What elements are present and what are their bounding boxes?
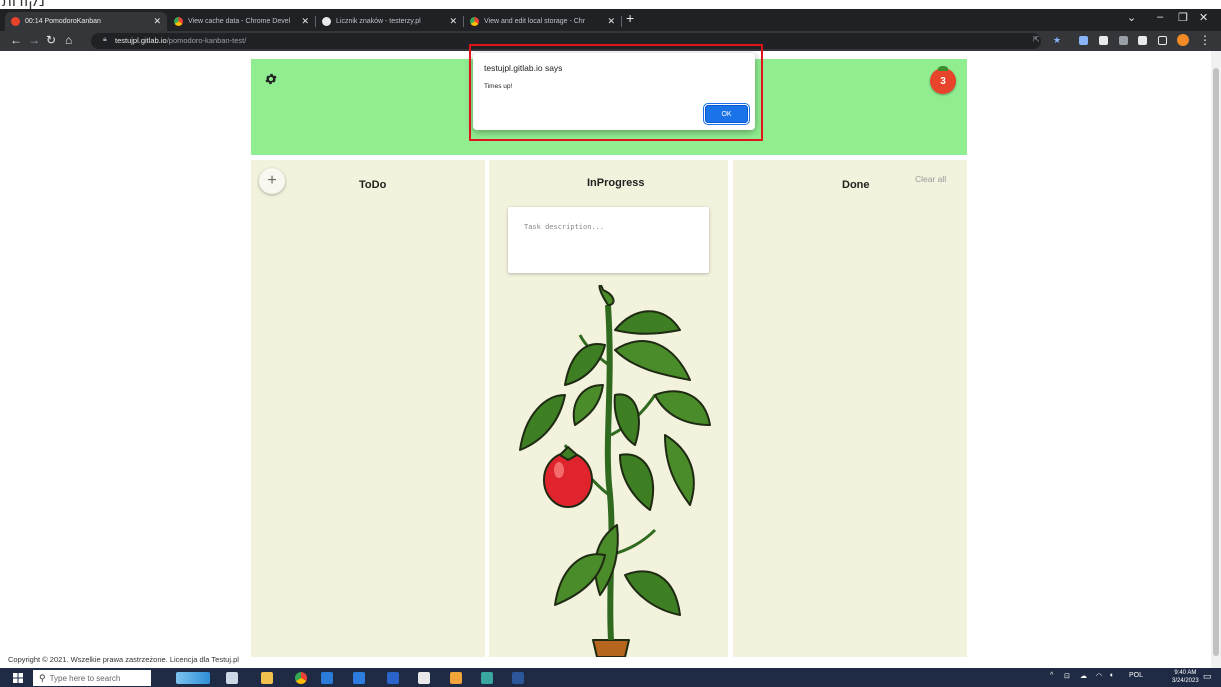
taskbar-search-placeholder: Type here to search xyxy=(49,673,121,683)
notifications-icon[interactable]: ▭ xyxy=(1203,671,1212,682)
tab-title: View cache data - Chrome Devel xyxy=(188,18,291,25)
tab-view-cache-data[interactable]: View cache data - Chrome Devel ✕ xyxy=(168,12,316,31)
highlight-box xyxy=(469,44,763,141)
minimize-icon[interactable]: – xyxy=(1157,11,1163,23)
chrome-menu-icon[interactable]: ⋮ xyxy=(1199,33,1211,47)
clock-time: 9:40 AM xyxy=(1174,670,1197,676)
task-description-input[interactable] xyxy=(524,223,694,231)
close-tab-icon[interactable]: ✕ xyxy=(153,16,161,27)
add-task-button[interactable]: + xyxy=(259,168,285,194)
reload-icon[interactable]: ↻ xyxy=(46,33,56,47)
tab-title: Licznik znaków - testerzy.pl xyxy=(336,18,421,25)
bookmark-star-icon[interactable]: ★ xyxy=(1053,35,1061,46)
share-icon[interactable]: ⇱ xyxy=(1033,35,1040,44)
search-icon: ⚲ xyxy=(39,672,46,683)
settings-gear-icon[interactable] xyxy=(264,72,278,86)
tab-title: 00:14 PomodoroKanban xyxy=(25,18,101,25)
task-card xyxy=(508,207,709,273)
extension-icon[interactable] xyxy=(1119,36,1128,45)
tab-pomodoro-kanban[interactable]: 00:14 PomodoroKanban ✕ xyxy=(5,12,167,31)
chrome-taskbar-icon[interactable] xyxy=(295,672,307,684)
browser-tab-bar: 00:14 PomodoroKanban ✕ View cache data -… xyxy=(0,9,1221,31)
extension-icon[interactable] xyxy=(1099,36,1108,45)
gear-favicon-icon xyxy=(322,17,331,26)
close-window-icon[interactable]: ✕ xyxy=(1199,11,1208,24)
calendar-app-icon[interactable] xyxy=(321,672,333,684)
profile-avatar-icon[interactable] xyxy=(1177,34,1189,46)
wifi-icon[interactable]: ◠ xyxy=(1096,672,1102,680)
column-done xyxy=(733,160,967,657)
tab-licznik-znakow[interactable]: Licznik znaków - testerzy.pl ✕ xyxy=(316,12,464,31)
forward-arrow-icon[interactable]: → xyxy=(28,33,40,47)
app-icon[interactable] xyxy=(387,672,399,684)
side-panel-icon[interactable] xyxy=(1158,36,1167,45)
tab-search-icon[interactable]: ⌄ xyxy=(1127,11,1136,24)
file-explorer-icon[interactable] xyxy=(261,672,273,684)
clear-all-button[interactable]: Clear all xyxy=(915,174,946,184)
word-icon[interactable] xyxy=(512,672,524,684)
tab-local-storage[interactable]: View and edit local storage - Chr ✕ xyxy=(464,12,622,31)
clock-date: 3/24/2023 xyxy=(1172,678,1199,684)
windows-start-icon[interactable] xyxy=(13,673,23,683)
column-title-todo: ToDo xyxy=(359,179,387,191)
taskbar-clock[interactable]: 9:40 AM 3/24/2023 xyxy=(1172,669,1199,685)
footer-copyright: Copyright © 2021. Wszelkie prawa zastrze… xyxy=(8,655,239,664)
tab-title: View and edit local storage - Chr xyxy=(484,18,586,25)
task-view-icon[interactable] xyxy=(226,672,238,684)
column-todo xyxy=(251,160,485,657)
app-icon[interactable] xyxy=(450,672,462,684)
back-arrow-icon[interactable]: ← xyxy=(10,33,22,47)
column-title-inprogress: InProgress xyxy=(587,177,645,189)
app-icon[interactable] xyxy=(481,672,493,684)
taskbar-search-box[interactable]: ⚲ Type here to search xyxy=(33,670,151,686)
chrome-favicon-icon xyxy=(470,17,479,26)
network-icon[interactable]: ⊡ xyxy=(1064,672,1070,680)
chrome-favicon-icon xyxy=(174,17,183,26)
news-widget-icon[interactable] xyxy=(176,672,210,684)
pomodoro-count: 3 xyxy=(940,75,946,87)
tray-chevron-icon[interactable]: ^ xyxy=(1050,672,1053,679)
top-crop-text: נקודות xyxy=(2,0,45,9)
app-icon[interactable] xyxy=(418,672,430,684)
new-tab-button[interactable]: + xyxy=(626,10,634,26)
extension-icon[interactable] xyxy=(1079,36,1088,45)
tomato-favicon-icon xyxy=(11,17,20,26)
home-icon[interactable]: ⌂ xyxy=(65,33,72,47)
mail-icon[interactable] xyxy=(353,672,365,684)
close-tab-icon[interactable]: ✕ xyxy=(449,16,457,27)
url-host: testujpl.gitlab.io xyxy=(115,36,167,45)
restore-icon[interactable]: ❐ xyxy=(1178,11,1188,24)
cloud-icon[interactable]: ☁ xyxy=(1080,672,1087,680)
windows-taskbar: ⚲ Type here to search ^ ⊡ ☁ ◠ 🔈︎ POL 9:4… xyxy=(0,668,1221,687)
tomato-plant-illustration xyxy=(519,285,711,657)
url-path: /pomodoro-kanban-test/ xyxy=(166,36,247,45)
lock-icon: 🔒︎ xyxy=(103,36,107,43)
extensions-puzzle-icon[interactable] xyxy=(1138,36,1147,45)
scrollbar-thumb[interactable] xyxy=(1213,68,1219,656)
volume-icon[interactable]: 🔈︎ xyxy=(1110,672,1114,680)
pomodoro-counter-badge: 3 xyxy=(930,66,956,94)
close-tab-icon[interactable]: ✕ xyxy=(301,16,309,27)
language-indicator[interactable]: POL xyxy=(1129,672,1143,679)
top-crop-strip: נקודות xyxy=(0,0,1221,9)
column-title-done: Done xyxy=(842,179,870,191)
close-tab-icon[interactable]: ✕ xyxy=(607,16,615,27)
